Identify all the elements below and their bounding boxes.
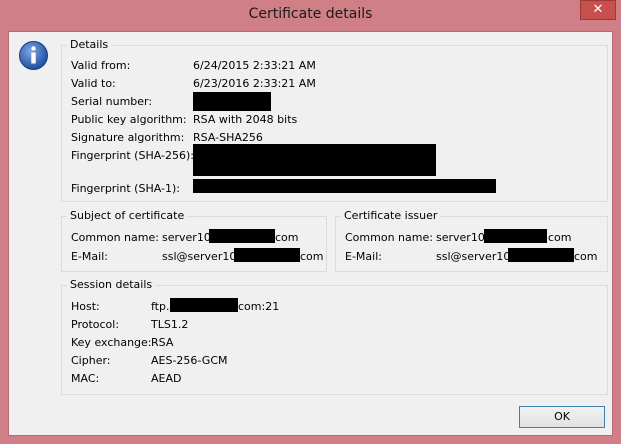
valid-from-value: 6/24/2015 2:33:21 AM bbox=[193, 59, 316, 72]
valid-to-label: Valid to: bbox=[71, 77, 116, 90]
fingerprint-sha256-redacted bbox=[193, 144, 436, 176]
issuer-email-suffix: com bbox=[574, 250, 598, 263]
close-icon: ✕ bbox=[592, 2, 604, 17]
subject-common-name-label: Common name: bbox=[71, 231, 159, 244]
issuer-common-name-label: Common name: bbox=[345, 231, 433, 244]
fingerprint-sha1-label: Fingerprint (SHA-1): bbox=[71, 182, 180, 195]
subject-group-title: Subject of certificate bbox=[67, 209, 188, 222]
host-suffix: com:21 bbox=[238, 300, 280, 313]
key-exchange-label: Key exchange: bbox=[71, 336, 152, 349]
issuer-group-title: Certificate issuer bbox=[341, 209, 441, 222]
protocol-label: Protocol: bbox=[71, 318, 120, 331]
signature-algorithm-label: Signature algorithm: bbox=[71, 131, 185, 144]
issuer-common-name-suffix: com bbox=[548, 231, 572, 244]
public-key-label: Public key algorithm: bbox=[71, 113, 187, 126]
issuer-email-redacted bbox=[508, 248, 574, 262]
serial-number-redacted bbox=[193, 92, 271, 111]
issuer-group: Certificate issuer Common name: server10… bbox=[335, 209, 608, 272]
ok-button[interactable]: OK bbox=[519, 406, 605, 428]
mac-value: AEAD bbox=[151, 372, 182, 385]
serial-number-label: Serial number: bbox=[71, 95, 153, 108]
mac-label: MAC: bbox=[71, 372, 100, 385]
issuer-common-name-prefix: server10. bbox=[436, 231, 489, 244]
window-title: Certificate details bbox=[248, 6, 373, 22]
host-label: Host: bbox=[71, 300, 100, 313]
issuer-common-name-redacted bbox=[484, 229, 547, 243]
close-button[interactable]: ✕ bbox=[580, 0, 616, 20]
host-prefix: ftp. bbox=[151, 300, 170, 313]
subject-common-name-suffix: com bbox=[275, 231, 299, 244]
subject-email-label: E-Mail: bbox=[71, 250, 108, 263]
session-group-title: Session details bbox=[67, 278, 156, 291]
public-key-value: RSA with 2048 bits bbox=[193, 113, 298, 126]
details-group: Details Valid from: 6/24/2015 2:33:21 AM… bbox=[61, 38, 608, 202]
cipher-label: Cipher: bbox=[71, 354, 111, 367]
signature-algorithm-value: RSA-SHA256 bbox=[193, 131, 263, 144]
certificate-details-window: Certificate details ✕ Details Valid from… bbox=[0, 0, 621, 444]
host-redacted bbox=[170, 298, 238, 312]
subject-common-name-prefix: server10 bbox=[162, 231, 211, 244]
fingerprint-sha256-label: Fingerprint (SHA-256): bbox=[71, 149, 194, 162]
issuer-email-label: E-Mail: bbox=[345, 250, 382, 263]
subject-common-name-redacted bbox=[209, 229, 275, 243]
title-bar[interactable]: Certificate details ✕ bbox=[0, 0, 621, 31]
subject-group: Subject of certificate Common name: serv… bbox=[61, 209, 327, 272]
issuer-email-prefix: ssl@server10. bbox=[436, 250, 514, 263]
fingerprint-sha1-redacted bbox=[193, 179, 496, 193]
valid-from-label: Valid from: bbox=[71, 59, 131, 72]
info-icon bbox=[19, 41, 48, 70]
details-group-title: Details bbox=[67, 38, 112, 51]
session-group: Session details Host: ftp. com:21 Protoc… bbox=[61, 278, 608, 395]
cipher-value: AES-256-GCM bbox=[151, 354, 228, 367]
protocol-value: TLS1.2 bbox=[151, 318, 189, 331]
dialog-client-area: Details Valid from: 6/24/2015 2:33:21 AM… bbox=[8, 31, 613, 436]
subject-email-redacted bbox=[234, 248, 300, 262]
key-exchange-value: RSA bbox=[151, 336, 174, 349]
subject-email-prefix: ssl@server10. bbox=[162, 250, 240, 263]
subject-email-suffix: com bbox=[300, 250, 324, 263]
valid-to-value: 6/23/2016 2:33:21 AM bbox=[193, 77, 316, 90]
